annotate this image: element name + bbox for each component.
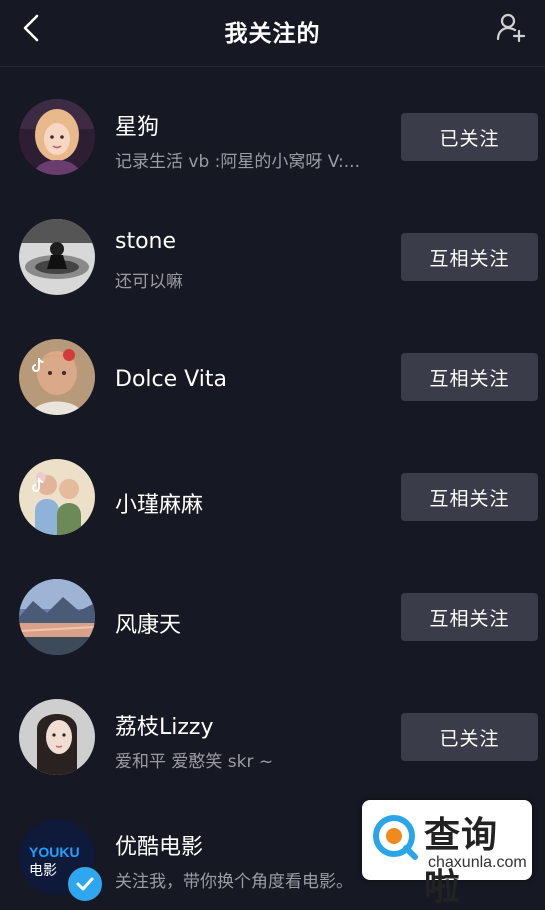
watermark-sub-text: chaxunla.com bbox=[428, 854, 527, 871]
avatar[interactable] bbox=[19, 339, 95, 415]
avatar[interactable] bbox=[19, 459, 95, 535]
avatar[interactable] bbox=[19, 99, 95, 175]
avatar[interactable] bbox=[19, 699, 95, 775]
follow-status-button[interactable]: 已关注 bbox=[401, 113, 538, 161]
user-bio: 关注我，带你换个角度看电影。 bbox=[115, 872, 353, 892]
user-bio: 记录生活 vb :阿星的小窝呀 V:... bbox=[115, 152, 360, 172]
list-item[interactable]: 荔枝Lizzy 爱和平 爱憨笑 skr ~ 已关注 bbox=[0, 667, 545, 787]
user-bio: 还可以嘛 bbox=[115, 272, 183, 292]
list-item[interactable]: stone 还可以嘛 互相关注 bbox=[0, 187, 545, 307]
tiktok-icon bbox=[32, 357, 44, 372]
user-name: 小瑾麻麻 bbox=[115, 493, 204, 518]
follow-status-button[interactable]: 互相关注 bbox=[401, 473, 538, 521]
avatar[interactable] bbox=[19, 579, 95, 655]
follow-status-button[interactable]: 互相关注 bbox=[401, 233, 538, 281]
search-logo-icon bbox=[373, 815, 418, 860]
user-name: 荔枝Lizzy bbox=[115, 715, 214, 740]
add-user-icon[interactable] bbox=[495, 12, 527, 42]
list-item[interactable]: 星狗 记录生活 vb :阿星的小窝呀 V:... 已关注 bbox=[0, 67, 545, 187]
page-title: 我关注的 bbox=[224, 21, 321, 47]
youku-logo-subtext: 电影 bbox=[29, 863, 57, 879]
header: 我关注的 bbox=[0, 0, 545, 67]
youku-logo-text: YOUKU bbox=[29, 844, 80, 860]
list-item[interactable]: 风康天 互相关注 bbox=[0, 547, 545, 667]
user-name: 优酷电影 bbox=[115, 835, 204, 860]
follow-status-button[interactable]: 互相关注 bbox=[401, 353, 538, 401]
user-name: stone bbox=[115, 229, 177, 254]
user-name: Dolce Vita bbox=[115, 367, 227, 392]
verified-badge-icon bbox=[66, 865, 104, 903]
avatar[interactable] bbox=[19, 219, 95, 295]
tiktok-icon bbox=[32, 477, 44, 492]
user-name: 风康天 bbox=[115, 613, 182, 638]
follow-status-button[interactable]: 已关注 bbox=[401, 713, 538, 761]
list-item[interactable]: 小瑾麻麻 互相关注 bbox=[0, 427, 545, 547]
user-name: 星狗 bbox=[115, 115, 160, 140]
following-list: 星狗 记录生活 vb :阿星的小窝呀 V:... 已关注 stone 还可以嘛 … bbox=[0, 67, 545, 907]
list-item[interactable]: Dolce Vita 互相关注 bbox=[0, 307, 545, 427]
follow-status-button[interactable]: 互相关注 bbox=[401, 593, 538, 641]
watermark-logo: 查询啦 chaxunla.com bbox=[362, 800, 532, 908]
user-bio: 爱和平 爱憨笑 skr ~ bbox=[115, 752, 274, 772]
